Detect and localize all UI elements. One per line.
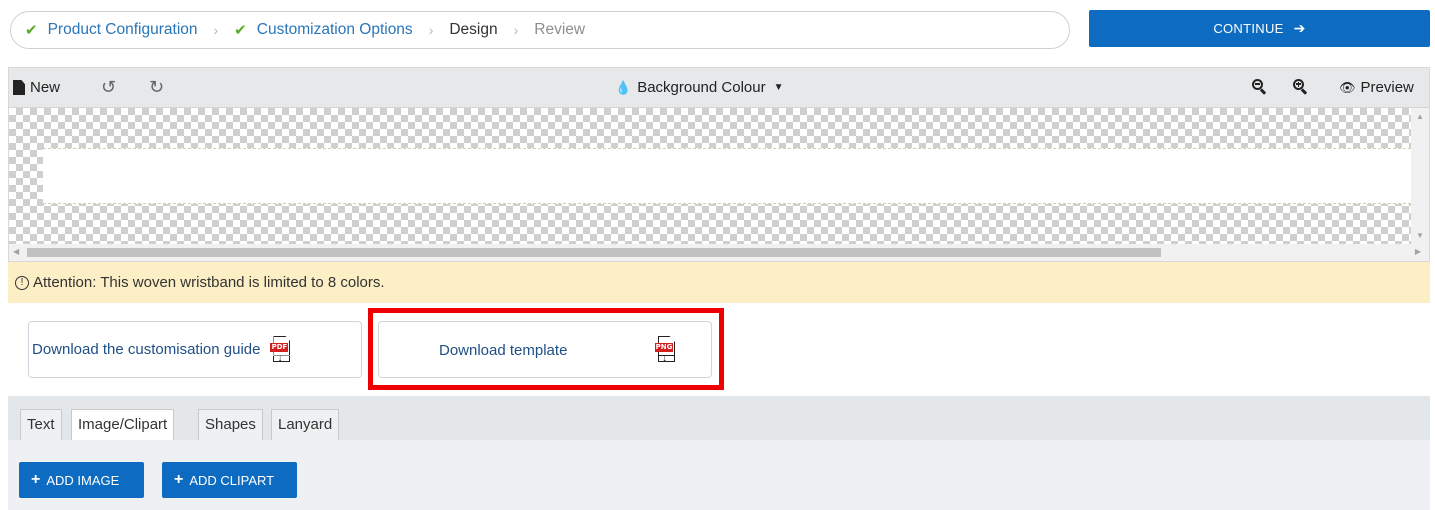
- chevron-right-icon: ›: [428, 22, 434, 38]
- zoom-in-icon[interactable]: [1293, 79, 1308, 95]
- chevron-right-icon: ›: [213, 22, 219, 38]
- add-image-label: ADD IMAGE: [46, 472, 120, 488]
- editor-toolbar: New ↺ ↻ 💧 Background Colour ▼ 👁 Preview: [9, 68, 1429, 108]
- vertical-scrollbar[interactable]: ▲ ▼: [1411, 108, 1429, 244]
- new-button[interactable]: New: [13, 79, 60, 96]
- preview-button-label: Preview: [1360, 79, 1414, 96]
- tab-lanyard[interactable]: Lanyard: [271, 409, 340, 440]
- attention-banner: ! Attention: This woven wristband is lim…: [8, 262, 1430, 303]
- breadcrumb-step-product-configuration[interactable]: ✔ Product Configuration: [25, 21, 198, 39]
- horizontal-scrollbar[interactable]: ◀ ▶: [9, 244, 1429, 261]
- tab-label: Image/Clipart: [78, 416, 168, 433]
- tab-shapes[interactable]: Shapes: [198, 409, 263, 440]
- breadcrumb-step-label: Design: [449, 21, 498, 38]
- plus-icon: +: [174, 471, 184, 488]
- add-clipart-button[interactable]: + ADD CLIPART: [162, 462, 297, 498]
- attention-text: Attention: This woven wristband is limit…: [33, 274, 385, 291]
- file-type-tag: PNG: [655, 343, 673, 352]
- scroll-right-icon[interactable]: ▶: [1415, 247, 1421, 256]
- scrollbar-thumb[interactable]: [27, 248, 1161, 257]
- check-icon: ✔: [25, 22, 38, 39]
- tab-image-clipart[interactable]: Image/Clipart: [71, 409, 175, 441]
- continue-button-label: CONTINUE: [1213, 21, 1284, 36]
- wristband-design-area[interactable]: [43, 148, 1411, 204]
- zoom-out-icon[interactable]: [1252, 79, 1267, 95]
- info-icon: !: [15, 275, 29, 290]
- scroll-up-icon[interactable]: ▲: [1416, 112, 1424, 121]
- breadcrumb-step-label: Customization Options: [256, 21, 413, 38]
- tab-label: Lanyard: [278, 416, 333, 433]
- scroll-left-icon[interactable]: ◀: [13, 247, 19, 256]
- chevron-right-icon: ›: [513, 22, 519, 38]
- pdf-download-icon: PDF ↓: [270, 335, 292, 364]
- breadcrumb-step-customization-options[interactable]: ✔ Customization Options: [234, 21, 413, 39]
- download-template-label: Download template: [439, 342, 568, 359]
- add-image-button[interactable]: + ADD IMAGE: [19, 462, 144, 498]
- file-type-tag: PDF: [270, 342, 289, 352]
- download-template-button[interactable]: Download template PNG ↓: [378, 321, 712, 378]
- file-icon: [13, 80, 25, 95]
- caret-down-icon: ▼: [773, 82, 784, 93]
- download-guide-label: Download the customisation guide: [32, 341, 261, 358]
- background-colour-label: Background Colour: [637, 79, 766, 96]
- add-clipart-label: ADD CLIPART: [189, 472, 275, 488]
- scroll-down-icon[interactable]: ▼: [1416, 231, 1424, 240]
- plus-icon: +: [31, 471, 41, 488]
- breadcrumb-step-label: Product Configuration: [47, 21, 198, 38]
- canvas-area: ▲ ▼ ◀ ▶: [9, 108, 1429, 261]
- breadcrumb: ✔ Product Configuration › ✔ Customizatio…: [10, 11, 1070, 49]
- tab-text[interactable]: Text: [20, 409, 62, 440]
- design-canvas[interactable]: [9, 108, 1411, 244]
- background-colour-dropdown[interactable]: 💧 Background Colour ▼: [615, 79, 784, 96]
- tab-label: Shapes: [205, 416, 256, 433]
- tools-tab-bar: Text Image/Clipart Shapes Lanyard: [8, 396, 1430, 441]
- preview-button[interactable]: 👁 Preview: [1339, 79, 1414, 96]
- png-download-icon: PNG ↓: [655, 336, 677, 364]
- undo-icon[interactable]: ↺: [101, 77, 116, 98]
- arrow-right-icon: ➔: [1293, 20, 1306, 36]
- continue-button[interactable]: CONTINUE ➔: [1089, 10, 1430, 47]
- droplet-icon: 💧: [615, 79, 632, 95]
- breadcrumb-step-label: Review: [534, 21, 586, 38]
- design-editor: New ↺ ↻ 💧 Background Colour ▼ 👁 Preview …: [8, 67, 1430, 262]
- tab-label: Text: [27, 416, 55, 433]
- breadcrumb-step-review: Review: [534, 21, 585, 39]
- eye-icon: 👁: [1339, 79, 1356, 95]
- breadcrumb-step-design: Design: [449, 21, 497, 39]
- download-guide-button[interactable]: Download the customisation guide PDF ↓: [28, 321, 362, 378]
- redo-icon[interactable]: ↻: [149, 77, 164, 98]
- check-icon: ✔: [234, 22, 247, 39]
- new-button-label: New: [30, 79, 61, 96]
